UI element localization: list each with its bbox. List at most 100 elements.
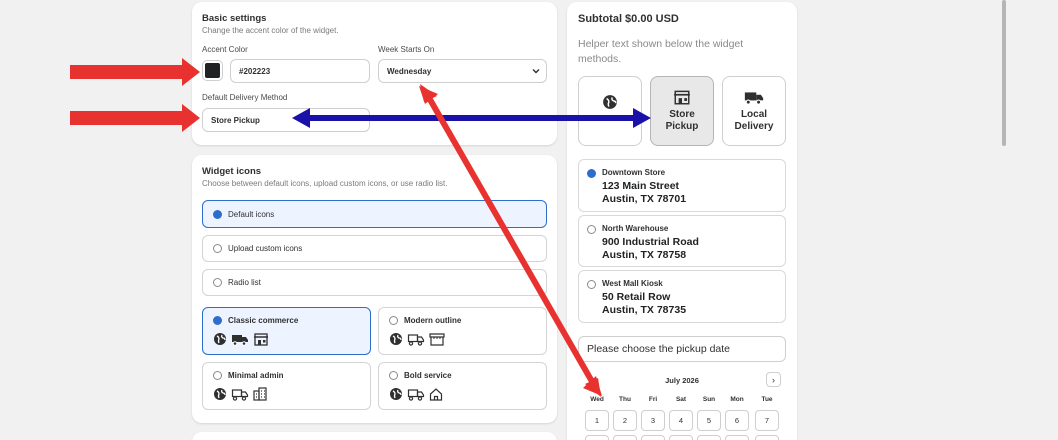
globe-icon	[603, 95, 617, 109]
accent-color-input[interactable]: #202223	[230, 59, 370, 83]
iconset-classic-commerce[interactable]: Classic commerce	[202, 307, 371, 355]
delivery-method-label: Default Delivery Method	[202, 93, 288, 102]
option-label: Radio list	[228, 278, 261, 287]
iconset-label: Bold service	[404, 371, 452, 380]
store-outline-icon	[429, 333, 445, 346]
option-radio-list[interactable]: Radio list	[202, 269, 547, 296]
calendar-day[interactable]	[585, 435, 609, 440]
week-starts-select[interactable]: Wednesday	[378, 59, 547, 83]
radio-unchecked	[213, 371, 222, 380]
weekday-label: Fri	[648, 396, 658, 403]
truck-outline-icon	[231, 389, 249, 401]
option-upload-custom-icons[interactable]: Upload custom icons	[202, 235, 547, 262]
subtotal-text: Subtotal $0.00 USD	[578, 13, 679, 25]
iconset-minimal-admin[interactable]: Minimal admin	[202, 362, 371, 410]
radio-checked	[587, 169, 596, 178]
chevron-right-icon: ›	[772, 374, 775, 385]
red-arrow-delivery-method	[70, 104, 200, 132]
option-default-icons[interactable]: Default icons	[202, 200, 547, 228]
weekday-label: Tue	[761, 396, 773, 403]
iconset-label: Classic commerce	[228, 316, 299, 325]
store-address-line2: Austin, TX 78735	[602, 303, 687, 316]
store-address-line1: 900 Industrial Road	[602, 236, 699, 248]
calendar-day[interactable]: 7	[755, 410, 779, 431]
calendar-day[interactable]	[641, 435, 665, 440]
option-label: Upload custom icons	[228, 244, 303, 253]
calendar-day[interactable]: 4	[669, 410, 693, 431]
calendar-day[interactable]	[697, 435, 721, 440]
weekday-label: Sat	[675, 396, 687, 403]
radio-unchecked	[587, 225, 596, 234]
store-address-line1: 123 Main Street	[602, 180, 680, 192]
store-address-line2: Austin, TX 78758	[602, 248, 687, 261]
option-label: Default icons	[228, 209, 275, 219]
calendar-day[interactable]: 6	[725, 410, 749, 431]
weekday-label: Sun	[702, 396, 716, 403]
iconset-bold-service[interactable]: Bold service	[378, 362, 547, 410]
store-name: Downtown Store	[602, 168, 666, 177]
truck-icon	[232, 335, 248, 346]
store-name: West Mall Kiosk	[602, 279, 663, 288]
store-icon	[674, 90, 690, 105]
scrollbar-thumb[interactable]	[1002, 0, 1006, 146]
truck-icon	[744, 92, 764, 105]
pickup-date-placeholder: Please choose the pickup date	[587, 343, 731, 355]
calendar-day[interactable]: 3	[641, 410, 665, 431]
weekday-label: Thu	[619, 396, 631, 403]
method-label: Store Pickup	[665, 109, 699, 132]
store-option-downtown[interactable]: Downtown Store 123 Main Street Austin, T…	[578, 159, 786, 212]
iconset-modern-outline[interactable]: Modern outline	[378, 307, 547, 355]
globe-icon	[390, 333, 402, 345]
calendar-day[interactable]	[669, 435, 693, 440]
truck-outline-icon	[407, 389, 425, 401]
chevron-down-icon	[532, 67, 540, 77]
globe-icon	[214, 388, 226, 400]
iconset-label: Minimal admin	[228, 371, 284, 380]
calendar-day[interactable]	[755, 435, 779, 440]
delivery-method-input[interactable]: Store Pickup	[202, 108, 370, 132]
store-icon	[254, 333, 268, 346]
radio-unchecked	[587, 280, 596, 289]
weekday-label: Mon	[730, 396, 744, 403]
store-name: North Warehouse	[602, 224, 669, 233]
store-option-north-warehouse[interactable]: North Warehouse 900 Industrial Road Aust…	[578, 215, 786, 267]
widget-icons-card: Widget icons Choose between default icon…	[192, 155, 557, 423]
scrollbar-track[interactable]	[1001, 0, 1007, 440]
globe-icon	[214, 333, 226, 345]
accent-color-label: Accent Color	[202, 45, 248, 54]
week-starts-label: Week Starts On	[378, 45, 435, 54]
store-option-west-mall[interactable]: West Mall Kiosk 50 Retail Row Austin, TX…	[578, 270, 786, 323]
red-arrow-accent-color	[70, 58, 200, 86]
accent-color-swatch[interactable]	[202, 60, 223, 81]
basic-settings-card: Basic settings Change the accent color o…	[192, 2, 557, 145]
truck-outline-icon	[407, 334, 425, 346]
radio-checked	[213, 316, 222, 325]
iconset-label: Modern outline	[404, 316, 462, 325]
house-icon	[429, 388, 443, 401]
store-address-line1: 50 Retail Row	[602, 291, 671, 303]
calendar-day[interactable]	[725, 435, 749, 440]
calendar-day[interactable]: 5	[697, 410, 721, 431]
widget-icons-title: Widget icons	[202, 166, 262, 177]
week-starts-value: Wednesday	[387, 66, 432, 76]
method-store-pickup-button[interactable]: Store Pickup	[650, 76, 714, 146]
radio-unchecked	[389, 371, 398, 380]
calendar-day[interactable]: 2	[613, 410, 637, 431]
calendar-day[interactable]: 1	[585, 410, 609, 431]
method-local-delivery-button[interactable]: Local Delivery	[722, 76, 786, 146]
method-shipping-button[interactable]	[578, 76, 642, 146]
basic-settings-subtitle: Change the accent color of the widget.	[202, 26, 339, 35]
calendar-next-button[interactable]: ›	[766, 372, 781, 387]
pickup-date-input[interactable]: Please choose the pickup date	[578, 336, 786, 362]
radio-unchecked	[389, 316, 398, 325]
basic-settings-title: Basic settings	[202, 13, 267, 24]
radio-checked	[213, 209, 222, 219]
widget-icons-subtitle: Choose between default icons, upload cus…	[202, 179, 448, 188]
helper-text: Helper text shown below the widget metho…	[578, 38, 744, 65]
radio-unchecked	[213, 244, 222, 253]
store-address-line2: Austin, TX 78701	[602, 192, 687, 205]
calendar-day[interactable]	[613, 435, 637, 440]
calendar-month: July 2026	[665, 376, 699, 385]
method-label: Local Delivery	[734, 109, 774, 132]
radio-unchecked	[213, 278, 222, 287]
